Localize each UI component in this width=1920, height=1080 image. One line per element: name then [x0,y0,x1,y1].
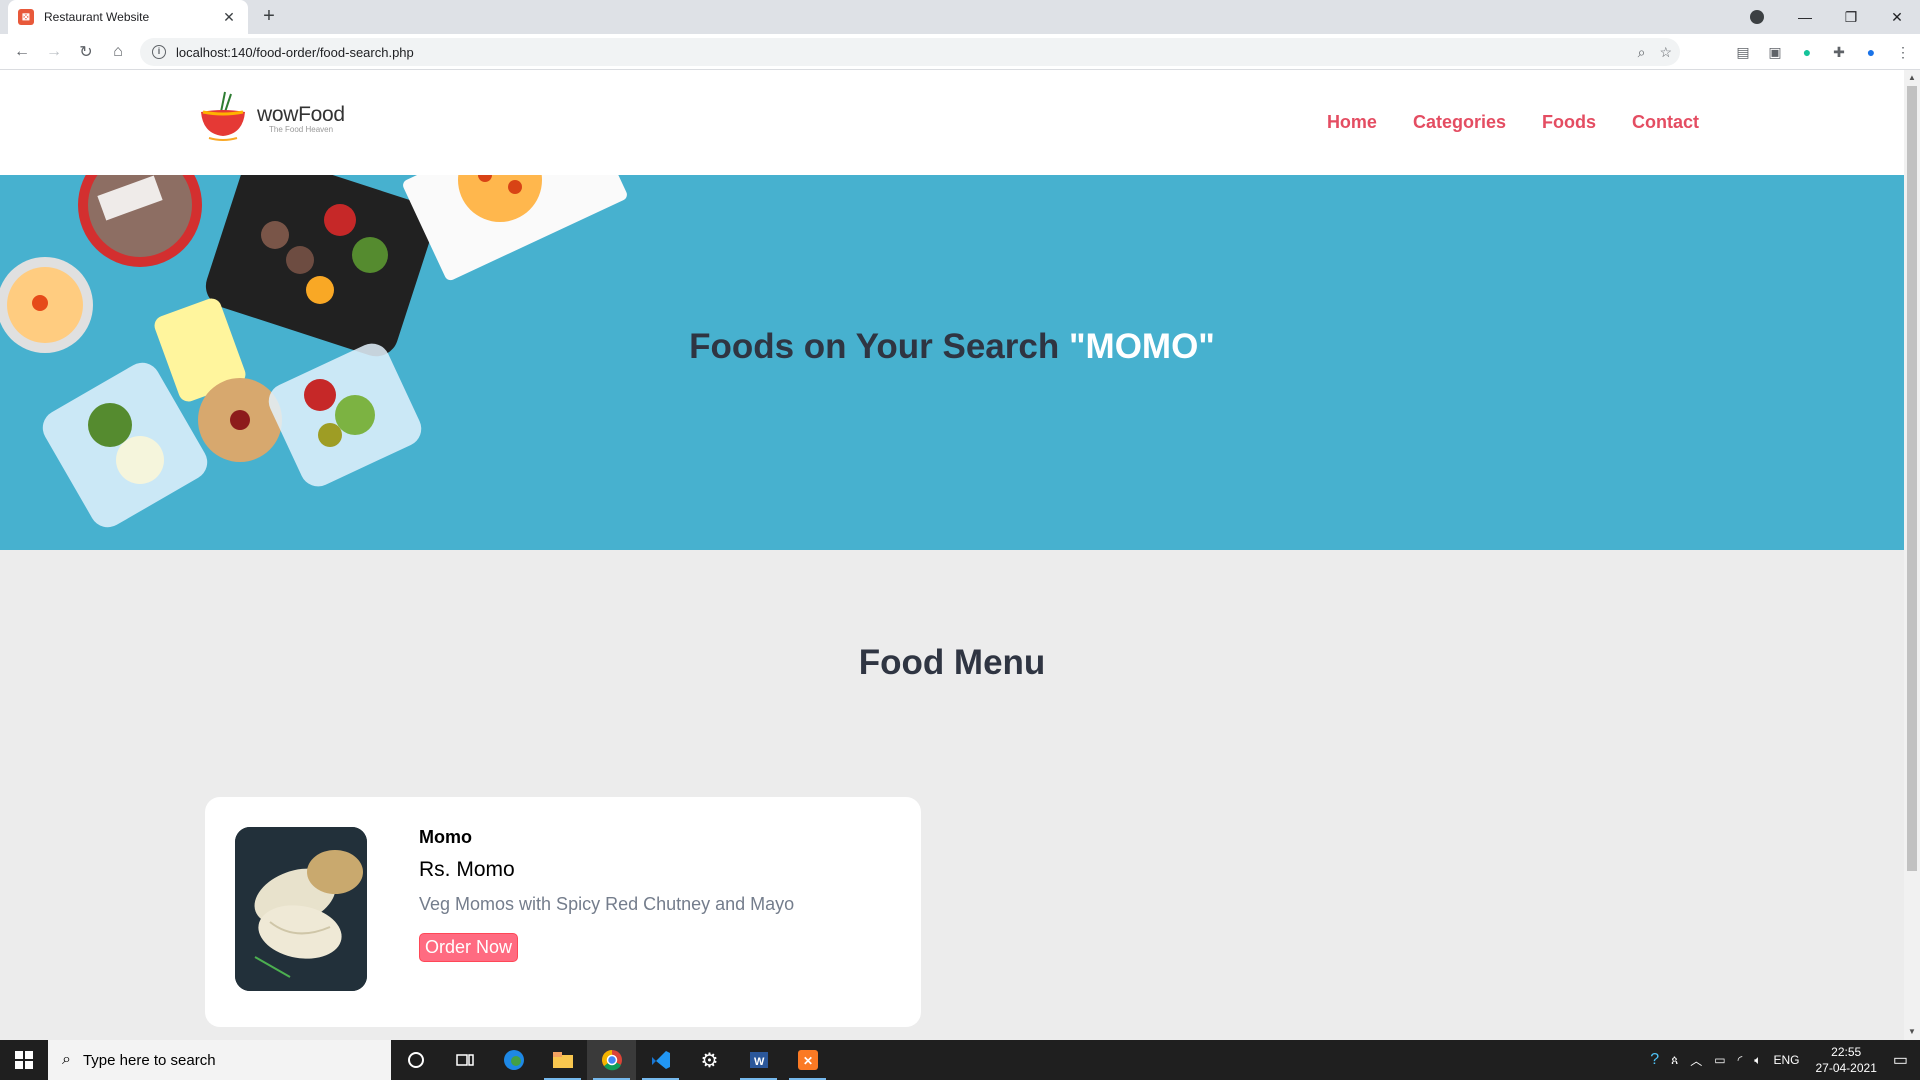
help-icon[interactable]: ? [1650,1051,1659,1069]
home-icon[interactable]: ⌂ [102,43,134,61]
file-explorer-icon[interactable] [538,1040,587,1080]
food-price: Rs. Momo [419,858,515,881]
clock-date: 27-04-2021 [1815,1061,1877,1075]
extension-1-icon[interactable]: ▤ [1734,43,1752,61]
xampp-icon[interactable]: ✕ [783,1040,832,1080]
close-window-button[interactable]: ✕ [1874,9,1920,26]
scroll-up-icon[interactable]: ▲ [1904,70,1920,86]
order-now-button[interactable]: Order Now [419,933,519,962]
site-navbar: wowFood The Food Heaven Home Categories … [0,70,1904,175]
food-info: Momo Rs. Momo Veg Momos with Spicy Red C… [419,827,794,962]
wifi-icon[interactable]: ◜ [1738,1053,1743,1067]
vscode-icon[interactable] [636,1040,685,1080]
taskbar-search-placeholder: Type here to search [82,1051,216,1069]
logo-name: wowFood [257,102,345,126]
food-description: Veg Momos with Spicy Red Chutney and May… [419,894,795,914]
volume-icon[interactable]: 🔈︎ [1754,1053,1761,1068]
system-tray: ? ጰ ︿ ▭ ◜ 🔈︎ ENG 22:55 27-04-2021 ▭ [1644,1040,1920,1080]
svg-text:✕: ✕ [803,1054,813,1068]
bookmark-star-icon[interactable]: ☆ [1659,44,1672,61]
forward-icon[interactable]: → [38,43,70,61]
food-title: Momo [419,827,472,847]
page-viewport: wowFood The Food Heaven Home Categories … [0,70,1904,1040]
browser-toolbar: ← → ↻ ⌂ i localhost:140/food-order/food-… [0,34,1920,70]
nav-contact-link[interactable]: Contact [1632,112,1699,133]
restore-button[interactable]: ❐ [1828,9,1874,26]
battery-icon[interactable]: ▭ [1714,1053,1725,1067]
page-scrollbar[interactable]: ▲ ▼ [1904,70,1920,1040]
nav-categories-link[interactable]: Categories [1413,112,1506,133]
tab-search-icon[interactable] [1750,10,1764,24]
browser-tab[interactable]: ⊠ Restaurant Website ✕ [8,0,248,34]
task-view-icon[interactable] [440,1040,489,1080]
extension-2-icon[interactable]: ▣ [1766,43,1784,61]
settings-gear-icon[interactable]: ⚙ [685,1040,734,1080]
cortana-icon[interactable] [391,1040,440,1080]
food-menu-card: Momo Rs. Momo Veg Momos with Spicy Red C… [205,797,921,1027]
window-controls: — ❐ ✕ [1750,0,1920,34]
show-hidden-icons-chevron-icon[interactable]: ︿ [1690,1052,1702,1069]
extensions-puzzle-icon[interactable]: ✚ [1830,43,1848,61]
momo-food-image [235,827,367,991]
windows-taskbar: ⌕ Type here to search ⚙ W ✕ ? ጰ ︿ ▭ ◜ 🔈︎… [0,1040,1920,1080]
browser-tab-strip: ⊠ Restaurant Website ✕ + — ❐ ✕ [0,0,1920,34]
scroll-thumb[interactable] [1907,86,1917,871]
url-text[interactable]: localhost:140/food-order/food-search.php [176,45,414,60]
word-app-icon[interactable]: W [734,1040,783,1080]
search-icon: ⌕ [62,1051,71,1068]
new-tab-button[interactable]: + [258,6,280,26]
action-center-icon[interactable]: ▭ [1893,1050,1908,1070]
favicon-icon: ⊠ [18,9,34,25]
chrome-icon[interactable] [587,1040,636,1080]
edge-browser-icon[interactable] [489,1040,538,1080]
main-menu: Home Categories Foods Contact [1327,112,1699,133]
clock[interactable]: 22:55 27-04-2021 [1815,1044,1876,1076]
tab-title: Restaurant Website [44,10,150,24]
taskbar-search-box[interactable]: ⌕ Type here to search [48,1040,391,1080]
people-icon[interactable]: ጰ [1671,1053,1678,1068]
minimize-button[interactable]: — [1782,9,1828,25]
site-logo[interactable]: wowFood The Food Heaven [195,90,345,146]
zoom-icon[interactable]: ⌕ [1638,44,1646,61]
food-menu-title: Food Menu [858,643,1046,682]
clock-time: 22:55 [1831,1045,1862,1059]
back-icon[interactable]: ← [6,43,38,61]
heading-prefix: Foods on Your Search [689,327,1069,366]
address-bar[interactable]: i localhost:140/food-order/food-search.p… [140,38,1680,66]
food-menu-section: Food Menu Momo Rs. Momo Veg Momos with S… [0,550,1904,1040]
grammarly-icon[interactable]: ● [1798,43,1816,61]
close-tab-icon[interactable]: ✕ [220,9,238,26]
profile-avatar-icon[interactable]: ● [1862,43,1880,61]
nav-foods-link[interactable]: Foods [1542,112,1596,133]
search-term: "MOMO" [1068,327,1215,366]
search-hero: Foods on Your Search "MOMO" [0,175,1904,550]
nav-home-link[interactable]: Home [1327,112,1377,133]
language-indicator[interactable]: ENG [1773,1053,1799,1067]
search-results-heading: Foods on Your Search "MOMO" [0,327,1904,367]
svg-text:W: W [754,1056,765,1068]
site-info-icon[interactable]: i [152,45,166,59]
reload-icon[interactable]: ↻ [70,42,102,62]
windows-start-icon[interactable] [0,1040,48,1080]
scroll-down-icon[interactable]: ▼ [1904,1024,1920,1040]
browser-menu-icon[interactable]: ⋮ [1894,43,1912,61]
bowl-logo-icon [201,91,245,141]
